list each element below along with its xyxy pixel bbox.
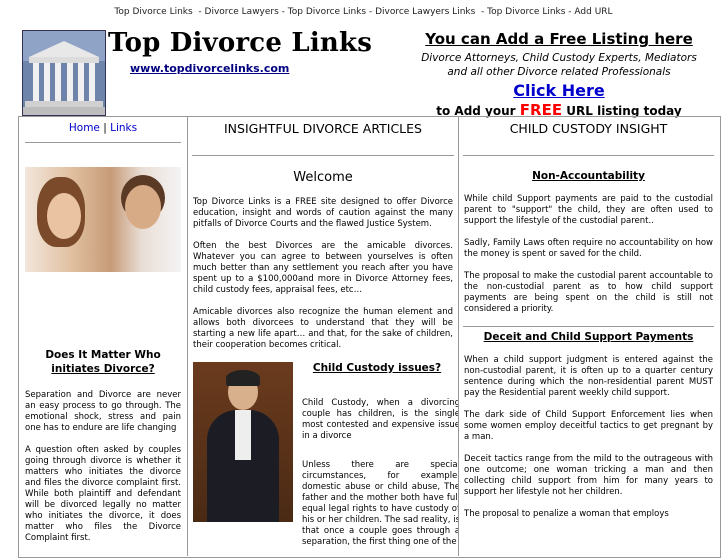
welcome-heading: Welcome [293, 170, 353, 185]
child-custody-section: Child Custody issues? Child Custody, whe… [193, 362, 458, 556]
child-custody-paragraph-1: Child Custody, when a divorcing couple h… [302, 398, 458, 441]
click-here-link[interactable]: Click Here [400, 81, 718, 100]
middle-paragraph-2: Often the best Divorces are the amicable… [193, 241, 453, 295]
deceit-title-link[interactable]: Deceit and Child Support Payments [459, 331, 718, 343]
child-custody-paragraph-2: Unless there are special circumstances, … [302, 460, 458, 547]
site-title: Top Divorce Links [108, 28, 373, 58]
child-custody-text: Child Custody, when a divorcing couple h… [302, 398, 458, 453]
topnav-link-add-url[interactable]: Add URL [574, 7, 612, 17]
ad-subtitle: Divorce Attorneys, Child Custody Experts… [400, 51, 718, 79]
deceit-paragraph-2: The dark side of Child Support Enforceme… [464, 410, 713, 442]
links-link[interactable]: Links [110, 122, 137, 134]
deceit-paragraph-1: When a child support judgment is entered… [464, 355, 713, 398]
child-custody-title-link[interactable]: Child Custody issues? [297, 362, 457, 374]
free-listing-ad: You can Add a Free Listing here Divorce … [400, 30, 718, 119]
non-accountability-paragraph-2: Sadly, Family Laws often require no acco… [464, 238, 713, 259]
deceit-paragraph-3: Deceit tactics range from the mild to th… [464, 454, 713, 497]
middle-column-heading: INSIGHTFUL DIVORCE ARTICLES [224, 121, 422, 136]
middle-paragraph-3: Amicable divorces also recognize the hum… [193, 307, 453, 350]
deceit-text: When a child support judgment is entered… [464, 355, 713, 520]
child-custody-text-2: Unless there are special circumstances, … [302, 460, 458, 556]
left-paragraph-2: A question often asked by couples going … [25, 445, 181, 543]
non-accountability-text: While child Support payments are paid to… [464, 194, 713, 315]
deceit-paragraph-4: The proposal to penalize a woman that em… [464, 509, 669, 519]
left-article-text: Separation and Divorce are never an easy… [25, 390, 181, 544]
topnav-link-1[interactable]: Top Divorce Links [114, 7, 192, 17]
middle-paragraph-1: Top Divorce Links is a FREE site designe… [193, 197, 453, 229]
topnav-link-2[interactable]: Divorce Lawyers [205, 7, 279, 17]
topnav-link-5[interactable]: Top Divorce Links [487, 7, 565, 17]
lawyer-photo [193, 362, 293, 522]
ad-subtitle-line2: and all other Divorce related Profession… [447, 66, 671, 78]
middle-article-text: Top Divorce Links is a FREE site designe… [193, 197, 453, 351]
right-column-heading: CHILD CUSTODY INSIGHT [509, 121, 668, 136]
left-column: Home | Links Does It Matter Who initiate… [19, 116, 187, 556]
left-divider [25, 142, 181, 143]
home-link[interactable]: Home [69, 122, 100, 134]
topnav-link-3[interactable]: Top Divorce Links [288, 7, 366, 17]
ad-subtitle-line1: Divorce Attorneys, Child Custody Experts… [421, 52, 697, 64]
right-column: CHILD CUSTODY INSIGHT Non-Accountability… [459, 116, 718, 556]
middle-column: INSIGHTFUL DIVORCE ARTICLES Welcome Top … [188, 116, 458, 556]
left-article-heading: Does It Matter Who initiates Divorce? [19, 348, 187, 376]
couple-photo [25, 167, 181, 272]
left-heading-line1: Does It Matter Who [45, 349, 161, 361]
courthouse-logo-image [22, 30, 106, 116]
right-divider-2 [463, 326, 714, 327]
middle-divider [192, 155, 454, 156]
top-navigation: Top Divorce Links - Divorce Lawyers - To… [114, 7, 613, 17]
non-accountability-paragraph-1: While child Support payments are paid to… [464, 194, 713, 226]
ad-headline: You can Add a Free Listing here [425, 30, 693, 48]
non-accountability-paragraph-3: The proposal to make the custodial paren… [464, 271, 713, 314]
site-url-link[interactable]: www.topdivorcelinks.com [130, 62, 289, 75]
left-paragraph-1: Separation and Divorce are never an easy… [25, 390, 181, 433]
right-divider [463, 155, 714, 156]
left-nav: Home | Links [19, 122, 187, 134]
left-heading-link[interactable]: initiates Divorce? [51, 363, 154, 375]
non-accountability-title-link[interactable]: Non-Accountability [459, 170, 718, 182]
topnav-link-4[interactable]: Divorce Lawyers Links [375, 7, 475, 17]
nav-separator: | [103, 122, 107, 134]
